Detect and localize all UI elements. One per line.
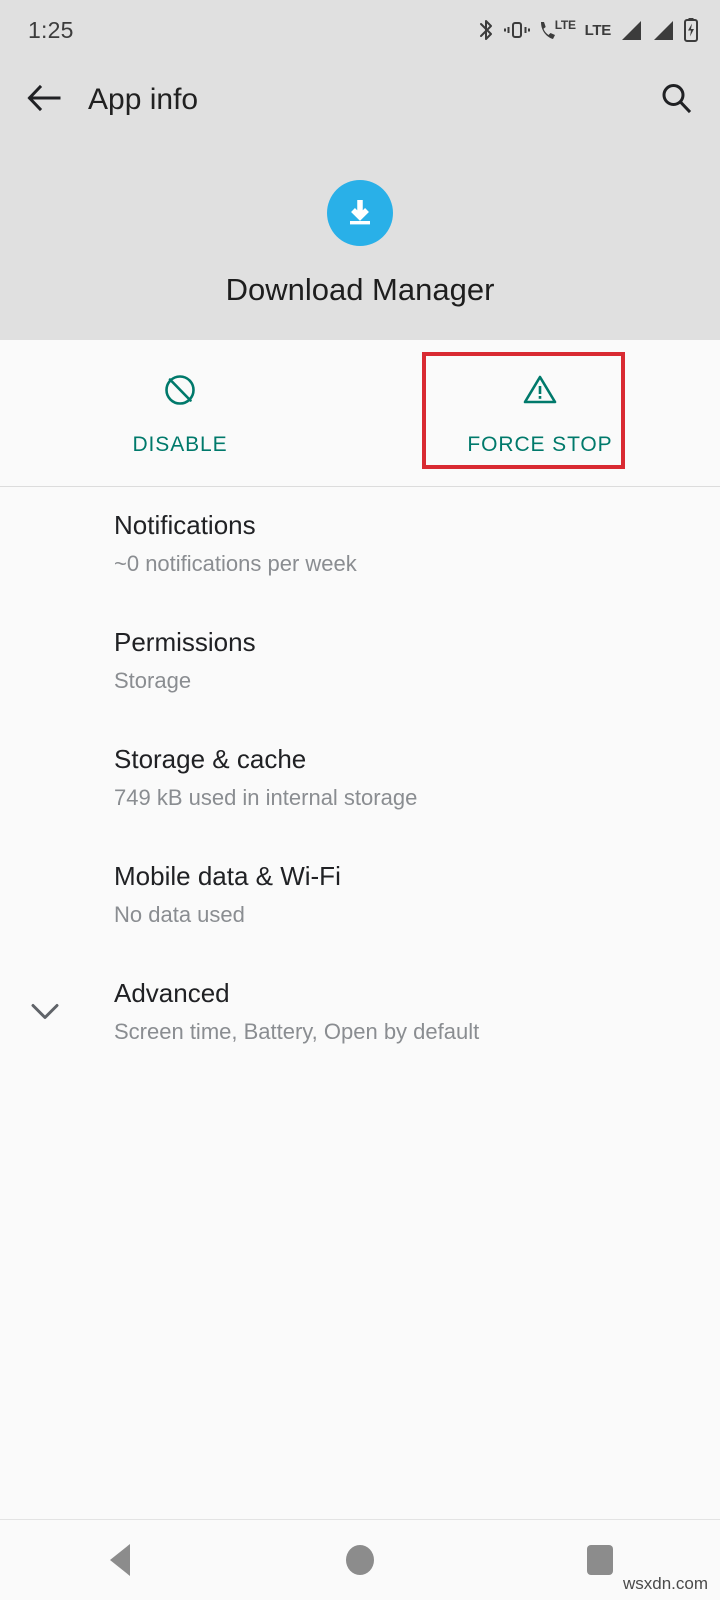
list-item-title: Permissions: [114, 627, 256, 657]
force-stop-button[interactable]: FORCE STOP: [360, 340, 720, 487]
system-nav-bar: [0, 1520, 720, 1600]
search-button[interactable]: [632, 82, 720, 119]
force-stop-button-label: FORCE STOP: [467, 433, 613, 456]
list-item-storage-and-cache[interactable]: Storage & cache 749 kB used in internal …: [0, 721, 720, 838]
home-circle-icon: [346, 1545, 374, 1575]
status-bar-clock: 1:25: [28, 16, 74, 43]
status-bar: 1:25 LTE LTE: [0, 0, 720, 60]
search-icon: [660, 82, 692, 119]
list-item-subtitle: No data used: [114, 902, 245, 928]
app-action-buttons: DISABLE FORCE STOP: [0, 340, 720, 487]
disable-button[interactable]: DISABLE: [0, 340, 360, 487]
block-circle-slash-icon: [160, 370, 200, 415]
watermark: wsxdn.com: [622, 1574, 708, 1593]
list-item-title: Advanced: [114, 978, 230, 1008]
battery-charging-icon: [684, 18, 698, 42]
list-item-advanced[interactable]: Advanced Screen time, Battery, Open by d…: [0, 955, 720, 1072]
status-bar-icons: LTE LTE: [478, 18, 698, 42]
app-bar: App info: [0, 60, 720, 140]
app-name: Download Manager: [225, 272, 495, 307]
disable-button-label: DISABLE: [132, 433, 228, 456]
back-arrow-icon: [27, 83, 61, 118]
volte-call-icon: LTE: [539, 18, 576, 41]
list-item-subtitle: Storage: [114, 668, 192, 694]
download-manager-icon: [327, 180, 393, 246]
list-item-notifications[interactable]: Notifications ~0 notifications per week: [0, 487, 720, 604]
back-button[interactable]: [0, 83, 88, 118]
lte-label: LTE: [584, 21, 612, 39]
list-item-title: Mobile data & Wi-Fi: [114, 861, 341, 891]
bluetooth-icon: [478, 18, 495, 42]
chevron-down-icon: [30, 1001, 60, 1026]
app-header: Download Manager: [0, 140, 720, 340]
signal-bars-icon-2: [652, 20, 675, 41]
nav-back-button[interactable]: [60, 1520, 180, 1600]
signal-bars-icon-1: [620, 20, 643, 41]
recents-square-icon: [587, 1545, 613, 1575]
app-settings-list: Notifications ~0 notifications per week …: [0, 487, 720, 1072]
list-item-mobile-data-and-wifi[interactable]: Mobile data & Wi-Fi No data used: [0, 838, 720, 955]
volte-label: LTE: [554, 18, 576, 32]
list-item-subtitle: Screen time, Battery, Open by default: [114, 1019, 480, 1045]
list-item-subtitle: ~0 notifications per week: [114, 551, 357, 577]
list-item-title: Storage & cache: [114, 744, 307, 774]
vibrate-icon: [503, 19, 530, 41]
warning-triangle-icon: [520, 370, 560, 415]
page-title: App info: [88, 83, 199, 116]
list-item-subtitle: 749 kB used in internal storage: [114, 785, 418, 811]
back-triangle-icon: [110, 1544, 130, 1576]
list-item-permissions[interactable]: Permissions Storage: [0, 604, 720, 721]
android-app-info-screen: 1:25 LTE LTE App info Download Manager D…: [0, 0, 720, 1600]
nav-home-button[interactable]: [300, 1520, 420, 1600]
list-item-title: Notifications: [114, 510, 256, 540]
